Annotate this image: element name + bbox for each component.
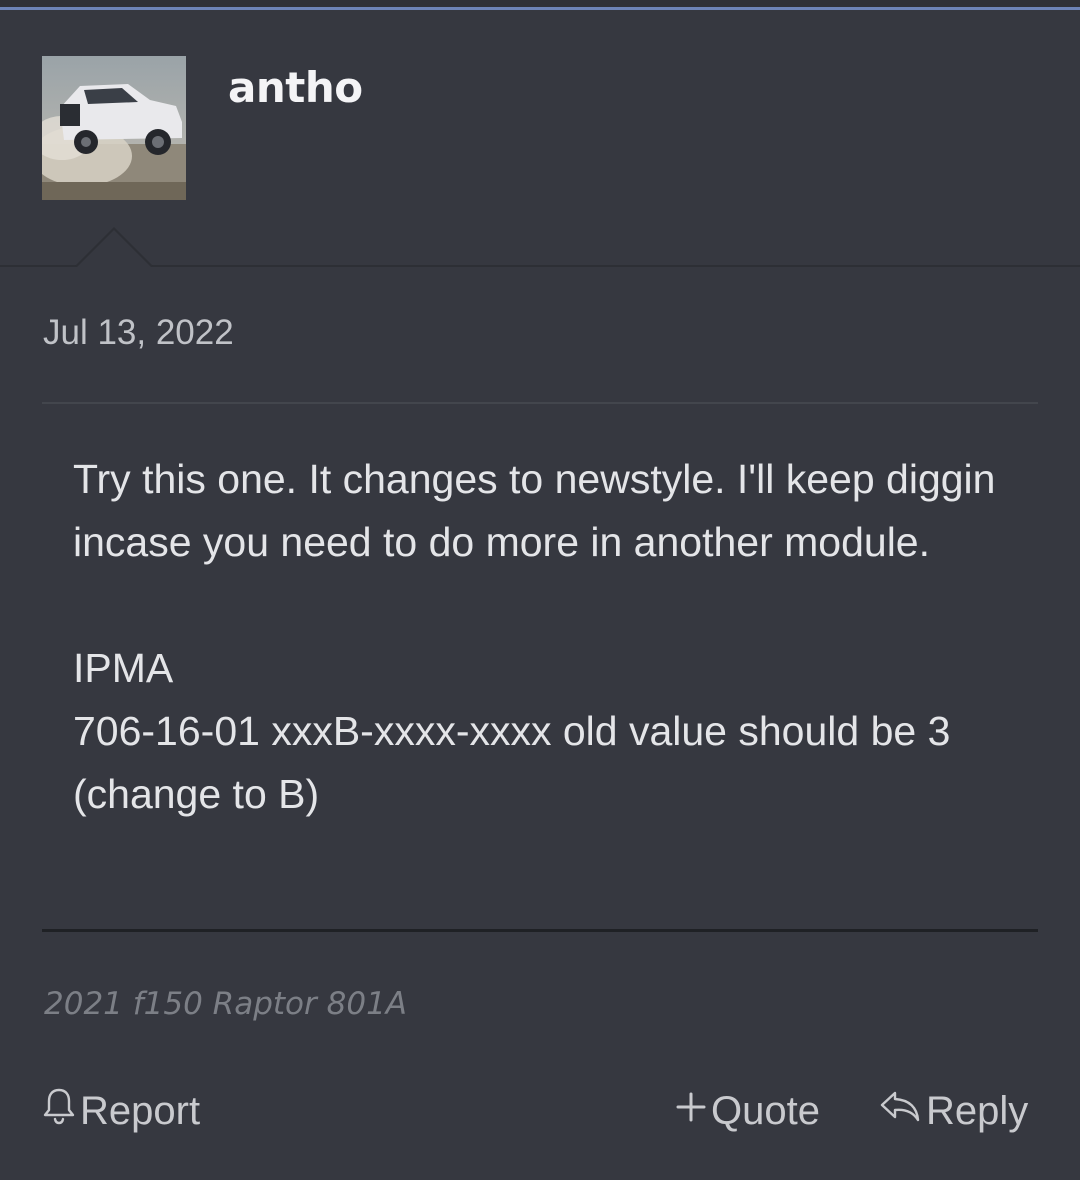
- reply-arrow-icon: [878, 1086, 922, 1136]
- signature: 2021 f150 Raptor 801A: [44, 986, 407, 1022]
- post-date[interactable]: Jul 13, 2022: [43, 313, 234, 353]
- plus-icon: [675, 1086, 707, 1136]
- reply-label: Reply: [926, 1088, 1029, 1133]
- report-label: Report: [80, 1088, 201, 1133]
- bell-icon: [42, 1086, 76, 1136]
- avatar-image: [42, 56, 186, 200]
- header-divider: [0, 265, 1080, 267]
- post-action-bar: Report Quote Reply: [0, 1080, 1080, 1140]
- quote-label: Quote: [711, 1088, 820, 1133]
- reply-button[interactable]: Reply: [878, 1086, 1028, 1136]
- speech-arrow-fill: [77, 230, 151, 267]
- quote-button[interactable]: Quote: [675, 1086, 820, 1136]
- username[interactable]: antho: [228, 63, 363, 112]
- message-paragraph: Try this one. It changes to newstyle. I'…: [73, 456, 996, 565]
- signature-divider: [42, 929, 1038, 932]
- post-user-header: antho: [0, 13, 1080, 266]
- message-line: 706-16-01 xxxB-xxxx-xxxx old value shoul…: [73, 708, 951, 817]
- report-button[interactable]: Report: [42, 1086, 200, 1136]
- avatar[interactable]: [42, 56, 186, 200]
- message-line: IPMA: [73, 645, 174, 691]
- date-divider: [42, 402, 1038, 404]
- top-accent-border: [0, 0, 1080, 10]
- message-body: Try this one. It changes to newstyle. I'…: [73, 448, 1023, 826]
